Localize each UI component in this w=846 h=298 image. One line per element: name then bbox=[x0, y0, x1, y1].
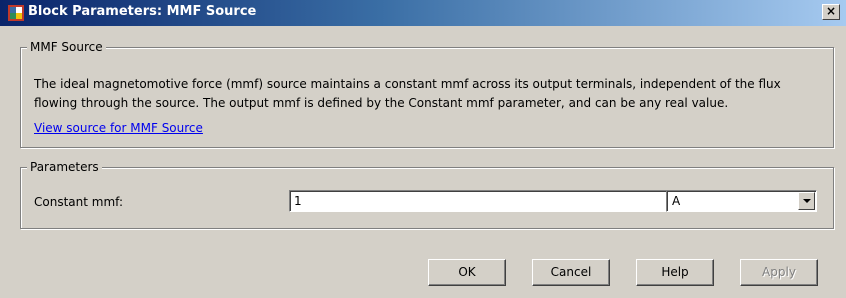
window-title: Block Parameters: MMF Source bbox=[28, 4, 257, 19]
parameters-group-legend: Parameters bbox=[27, 160, 102, 174]
constant-mmf-label: Constant mmf: bbox=[34, 195, 123, 209]
close-button[interactable]: × bbox=[822, 4, 840, 20]
help-button[interactable]: Help bbox=[636, 259, 714, 286]
simulink-block-icon bbox=[8, 5, 24, 21]
close-icon: × bbox=[825, 4, 837, 18]
unit-select-value: A bbox=[672, 194, 681, 208]
cancel-button[interactable]: Cancel bbox=[532, 259, 610, 286]
chevron-down-icon bbox=[803, 199, 811, 203]
apply-button[interactable]: Apply bbox=[740, 259, 818, 286]
constant-mmf-input[interactable] bbox=[289, 190, 672, 212]
block-description-group: MMF Source The ideal magnetomotive force… bbox=[20, 40, 834, 148]
view-source-link[interactable]: View source for MMF Source bbox=[34, 121, 203, 135]
block-description: The ideal magnetomotive force (mmf) sour… bbox=[34, 77, 781, 110]
block-group-legend: MMF Source bbox=[27, 40, 106, 54]
parameters-group: Parameters Constant mmf: A bbox=[20, 160, 834, 229]
unit-dropdown-button[interactable] bbox=[798, 192, 815, 210]
title-bar: Block Parameters: MMF Source × bbox=[0, 0, 846, 26]
unit-select[interactable]: A bbox=[666, 190, 817, 212]
ok-button[interactable]: OK bbox=[428, 259, 506, 286]
